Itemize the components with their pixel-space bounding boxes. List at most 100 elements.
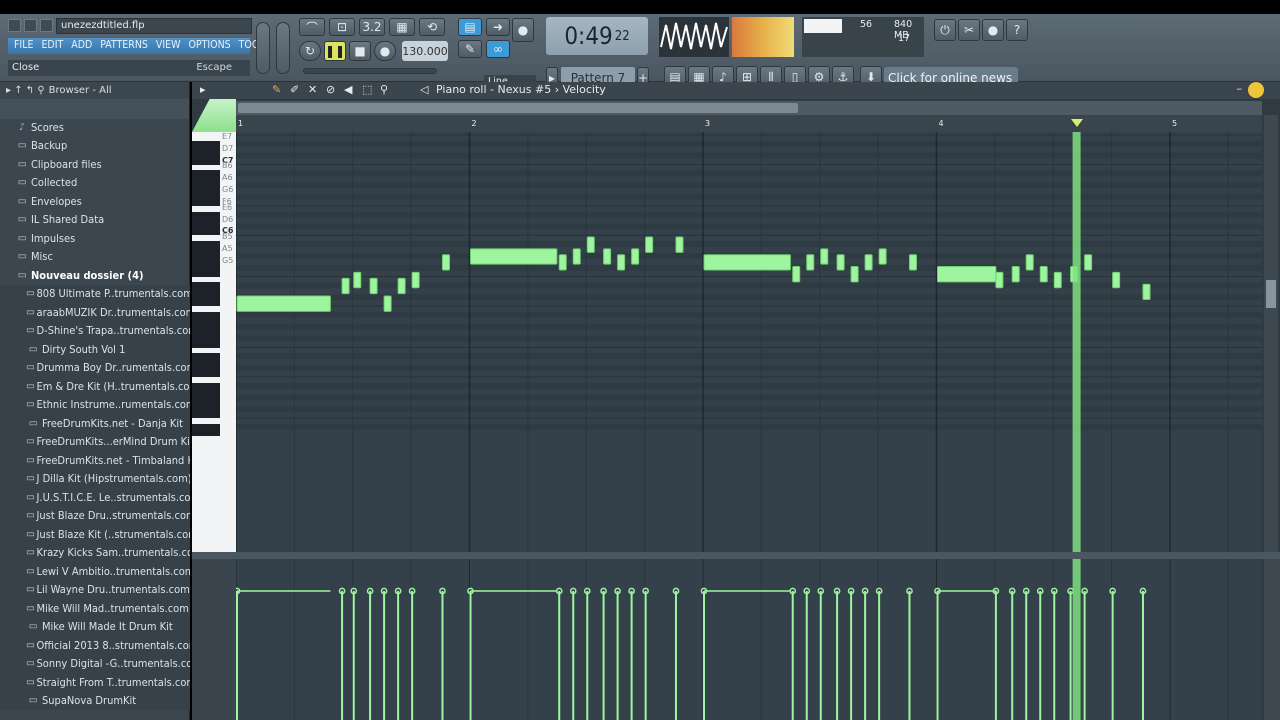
note[interactable]	[792, 266, 801, 283]
link-icon[interactable]: ∞	[486, 40, 510, 58]
stop-button[interactable]: ■	[349, 41, 371, 61]
black-key[interactable]	[192, 241, 220, 254]
browser-item[interactable]: ▭ FreeDrumKits...erMind Drum Kit	[0, 432, 190, 451]
menu-options[interactable]: OPTIONS	[188, 39, 230, 53]
browser-item[interactable]: ▭ Dirty South Vol 1	[0, 340, 190, 359]
note[interactable]	[806, 254, 815, 271]
browser-item[interactable]: ▭ Impulses	[0, 229, 190, 248]
note[interactable]	[383, 295, 392, 312]
browser-item[interactable]: ♪ Scores	[0, 118, 190, 137]
note[interactable]	[558, 254, 567, 271]
close-icon[interactable]	[40, 19, 53, 32]
pause-button[interactable]: ❚❚	[324, 41, 346, 61]
event-splitter[interactable]	[192, 552, 1280, 559]
menu-view[interactable]: VIEW	[156, 39, 181, 53]
loop-record-icon[interactable]: ⟲	[419, 18, 445, 36]
note[interactable]	[937, 266, 997, 283]
master-volume-slider[interactable]	[256, 22, 270, 74]
note[interactable]	[470, 248, 558, 265]
browser-item[interactable]: ▭ Official 2013 8..strumentals.com)	[0, 636, 190, 655]
note[interactable]	[397, 277, 406, 295]
black-key[interactable]	[192, 323, 220, 336]
browser-item[interactable]: ▭ J.U.S.T.I.C.E. Le..strumentals.com)	[0, 488, 190, 507]
menu-add[interactable]: ADD	[71, 39, 92, 53]
note[interactable]	[603, 248, 612, 265]
piano-keyboard[interactable]: E7 D7 C7 B6 A6 G6 F6 E6 D6 C6 B5 A5 G5	[192, 132, 236, 552]
note[interactable]	[572, 248, 581, 265]
browser-item[interactable]: ▭ J Dilla Kit (Hipstrumentals.com)	[0, 469, 190, 488]
pattern-counter[interactable]: 3.2	[359, 18, 385, 36]
cut-icon[interactable]: ✂	[958, 19, 980, 41]
browser-item[interactable]: ▭ Misc	[0, 248, 190, 267]
restore-icon[interactable]	[24, 19, 37, 32]
play-tool-icon[interactable]: ◀	[344, 83, 352, 96]
metronome-icon[interactable]: ⌒	[299, 18, 325, 36]
note[interactable]	[341, 277, 350, 295]
browser-item[interactable]: ▭ Krazy Kicks Sam..trumentals.com)	[0, 543, 190, 562]
browser-item[interactable]: ▭ Em & Dre Kit (H..trumentals.com)	[0, 377, 190, 396]
playhead-marker[interactable]	[1070, 119, 1083, 127]
browser-item[interactable]: ▭ Nouveau dossier (4)	[0, 266, 190, 285]
note[interactable]	[1142, 283, 1151, 301]
browser-item[interactable]: ▭ araabMUZIK Dr..trumentals.com)	[0, 303, 190, 322]
browser-item[interactable]: ▭ Envelopes	[0, 192, 190, 211]
note[interactable]	[1112, 271, 1121, 289]
note[interactable]	[908, 254, 917, 271]
delete-tool-icon[interactable]: ✕	[308, 83, 317, 96]
tempo-display[interactable]: 130.000	[402, 41, 448, 61]
note-grid-svg[interactable]	[236, 132, 1262, 552]
black-key[interactable]	[192, 406, 220, 419]
browser-item[interactable]: ▭ Backup	[0, 137, 190, 156]
browser-item[interactable]: ▭ Just Blaze Dru..strumentals.com)	[0, 506, 190, 525]
select-tool-icon[interactable]: ⬚	[362, 83, 372, 96]
note[interactable]	[1025, 254, 1034, 271]
browser-item[interactable]: ▭ SupaNova DrumKit	[0, 691, 190, 710]
note[interactable]	[864, 254, 873, 271]
browser-item[interactable]: ▭ FreeDrumKits.net - Danja Kit	[0, 414, 190, 433]
note[interactable]	[631, 248, 640, 265]
black-key[interactable]	[192, 365, 220, 377]
black-key[interactable]	[192, 252, 220, 265]
draw-tool-icon[interactable]: ✎	[272, 83, 281, 96]
wait-record-icon[interactable]: ⊡	[329, 18, 355, 36]
note[interactable]	[820, 248, 829, 265]
note[interactable]	[353, 271, 362, 289]
bar-ruler[interactable]: 1 2 3 4 5	[236, 115, 1262, 132]
browser-item[interactable]: ▭ Sonny Digital -G..trumentals.com)	[0, 654, 190, 673]
browser-item[interactable]: ▭ Collected	[0, 174, 190, 193]
black-key[interactable]	[192, 382, 220, 395]
mute-tool-icon[interactable]: ⊘	[326, 83, 335, 96]
black-key[interactable]	[192, 152, 220, 165]
position-slider[interactable]	[303, 68, 437, 74]
note[interactable]	[995, 271, 1004, 289]
note[interactable]	[1053, 271, 1062, 289]
black-key[interactable]	[192, 294, 220, 307]
note[interactable]	[645, 236, 654, 253]
minimize-icon[interactable]: –	[1237, 82, 1243, 95]
black-key[interactable]	[192, 193, 220, 206]
black-key[interactable]	[192, 140, 220, 153]
vertical-scrollbar[interactable]	[1264, 115, 1278, 552]
menu-patterns[interactable]: PATTERNS	[100, 39, 148, 53]
browser-item[interactable]: ▭ Drumma Boy Dr..rumentals.com)	[0, 358, 190, 377]
note[interactable]	[703, 254, 791, 271]
note-grid[interactable]	[236, 132, 1262, 552]
black-key[interactable]	[192, 311, 220, 324]
browser-item[interactable]: ▭ FreeDrumKits.net - Timbaland Kit	[0, 451, 190, 470]
black-key[interactable]	[192, 335, 220, 348]
arrow-right-icon[interactable]: ➜	[486, 18, 510, 36]
note[interactable]	[369, 277, 378, 295]
scrollbar-thumb[interactable]	[238, 103, 798, 113]
master-pitch-slider[interactable]	[276, 22, 290, 74]
song-mode-icon[interactable]: ↻	[299, 41, 321, 61]
horizontal-scrollbar[interactable]	[236, 101, 1262, 115]
browser-item[interactable]: ▭ Straight From T..trumentals.com)	[0, 673, 190, 692]
paint-tool-icon[interactable]: ✐	[290, 83, 299, 96]
note[interactable]	[411, 271, 420, 289]
playhead[interactable]	[1072, 132, 1081, 552]
browser-item[interactable]: ▭ Clipboard files	[0, 155, 190, 174]
note[interactable]	[586, 236, 595, 253]
browser-item[interactable]: ▭ Lil Wayne Dru..trumentals.com)	[0, 580, 190, 599]
black-key[interactable]	[192, 170, 220, 183]
piano-roll-target[interactable]: Velocity	[563, 83, 606, 96]
